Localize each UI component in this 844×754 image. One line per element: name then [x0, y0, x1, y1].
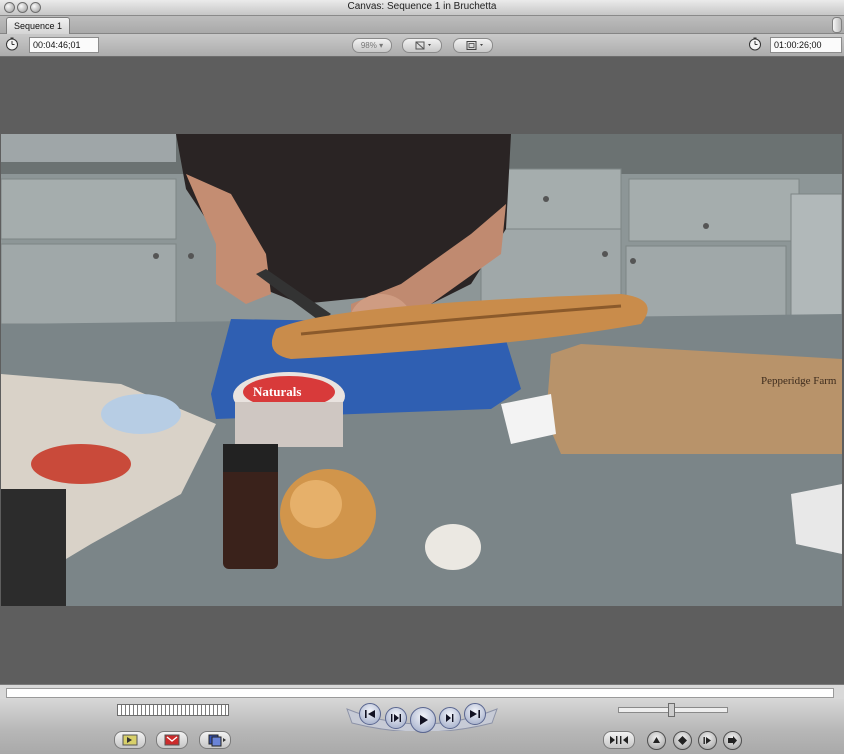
- transport-controls: [0, 699, 844, 754]
- current-time-clock-icon: [749, 37, 761, 51]
- canvas-viewer[interactable]: Pepperidge Farm Naturals: [0, 57, 844, 684]
- match-frame-button[interactable]: [603, 731, 635, 749]
- zoom-popup[interactable]: 98% ▾: [352, 38, 392, 53]
- replace-edit-button[interactable]: [199, 731, 231, 749]
- play-around-icon: [446, 714, 454, 722]
- duration-clock-icon: [6, 37, 18, 51]
- canvas-toolbar: 00:04:46;01 98% ▾ 01:00:26;00: [0, 34, 844, 57]
- tab-strip: Sequence 1: [0, 16, 844, 34]
- title-bar: Canvas: Sequence 1 in Bruchetta: [0, 0, 844, 16]
- shuttle-control[interactable]: [117, 704, 229, 716]
- overwrite-edit-icon: [164, 734, 180, 746]
- view-popup[interactable]: [402, 38, 442, 53]
- play-button[interactable]: [410, 707, 436, 733]
- tub-label: Naturals: [253, 384, 301, 399]
- play-in-to-out-button[interactable]: [385, 707, 407, 729]
- video-frame-image: Pepperidge Farm Naturals: [1, 134, 842, 606]
- chevron-down-icon: ▾: [379, 41, 384, 50]
- duration-timecode-field[interactable]: 00:04:46;01: [29, 37, 99, 53]
- view-mode-icon: [415, 41, 431, 50]
- replace-edit-icon: [208, 734, 226, 747]
- jog-knob[interactable]: [668, 703, 675, 717]
- mark-out-button[interactable]: [723, 731, 742, 750]
- bag-text: Pepperidge Farm: [761, 375, 837, 387]
- jog-control[interactable]: [618, 703, 728, 717]
- match-frame-icon: [610, 736, 628, 744]
- insert-edit-icon: [122, 734, 138, 746]
- mark-clip-button[interactable]: [647, 731, 666, 750]
- zoom-value: 98%: [360, 41, 377, 50]
- bread-bag-icon: [546, 344, 842, 454]
- tab-strip-resize-handle[interactable]: [832, 17, 842, 33]
- play-icon: [420, 715, 428, 725]
- scrubber-track[interactable]: [6, 688, 834, 698]
- previous-edit-button[interactable]: [359, 703, 381, 725]
- overlay-popup[interactable]: [453, 38, 493, 53]
- previous-edit-icon: [365, 710, 375, 718]
- add-keyframe-button[interactable]: [698, 731, 717, 750]
- next-edit-button[interactable]: [464, 703, 486, 725]
- video-frame[interactable]: Pepperidge Farm Naturals: [1, 134, 842, 606]
- add-marker-button[interactable]: [673, 731, 692, 750]
- insert-edit-button[interactable]: [114, 731, 146, 749]
- current-timecode-field[interactable]: 01:00:26;00: [770, 37, 842, 53]
- mark-clip-icon: [653, 737, 660, 743]
- next-edit-icon: [470, 710, 480, 718]
- play-around-button[interactable]: [439, 707, 461, 729]
- add-marker-icon: [678, 736, 687, 745]
- tab-sequence-1[interactable]: Sequence 1: [6, 17, 70, 34]
- add-keyframe-icon: [703, 737, 711, 744]
- play-in-to-out-icon: [391, 714, 401, 722]
- window-title: Canvas: Sequence 1 in Bruchetta: [347, 1, 497, 12]
- garlic-icon: [425, 524, 481, 570]
- overwrite-edit-button[interactable]: [156, 731, 188, 749]
- title-safe-icon: [466, 41, 483, 50]
- mark-out-icon: [728, 736, 737, 745]
- scrubber-bar[interactable]: [0, 684, 844, 699]
